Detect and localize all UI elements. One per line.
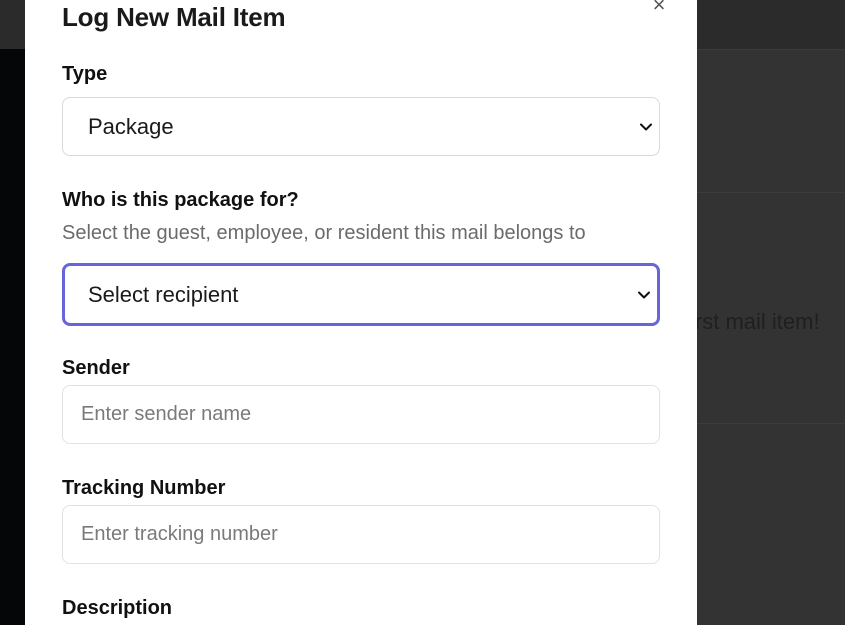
chevron-down-icon: [638, 291, 650, 298]
recipient-label: Who is this package for?: [62, 189, 299, 211]
tracking-number-label: Tracking Number: [62, 477, 226, 499]
type-label: Type: [62, 63, 108, 85]
chevron-down-icon: [640, 123, 652, 130]
recipient-help-text: Select the guest, employee, or resident …: [62, 222, 586, 244]
type-select[interactable]: Package: [62, 97, 660, 156]
sender-label: Sender: [62, 357, 130, 379]
app-sidebar: [0, 49, 26, 625]
modal-title: Log New Mail Item: [62, 2, 286, 32]
type-select-value: Package: [88, 113, 174, 139]
recipient-select-value: Select recipient: [88, 281, 239, 307]
sender-input[interactable]: [62, 385, 660, 444]
description-label: Description: [62, 597, 173, 619]
tracking-number-input[interactable]: [62, 505, 660, 564]
empty-state-message: irst mail item!: [690, 309, 820, 334]
recipient-select[interactable]: Select recipient: [62, 263, 660, 326]
close-icon[interactable]: ×: [648, 0, 670, 17]
